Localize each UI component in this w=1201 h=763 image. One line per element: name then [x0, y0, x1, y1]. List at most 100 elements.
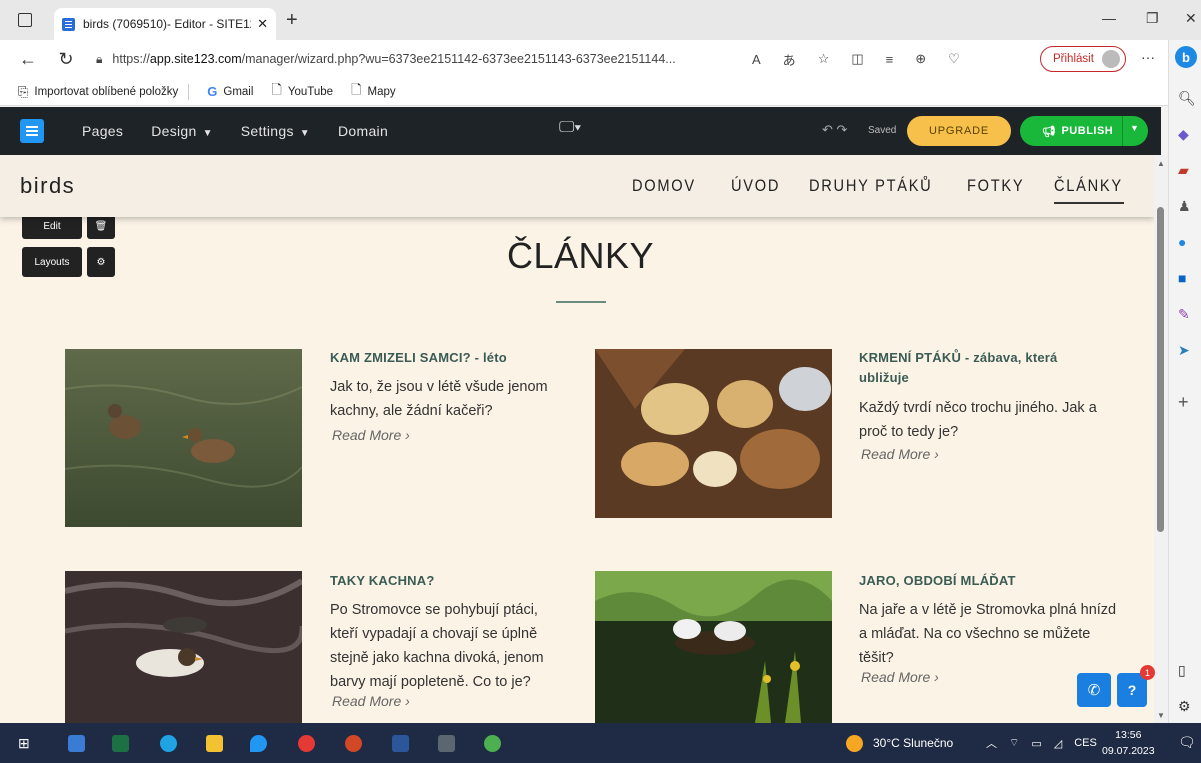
nav-link-druhy-ptaku[interactable]: DRUHY PTÁKŮ	[809, 176, 932, 196]
article-title[interactable]: JARO, OBDOBÍ MLÁĎAT	[859, 571, 1109, 591]
phone-icon[interactable]: ✆	[1077, 673, 1111, 707]
nav-link-domov[interactable]: DOMOV	[632, 176, 696, 196]
scroll-down-icon[interactable]: ▼	[1157, 711, 1165, 720]
device-preview-icon[interactable]: 🖵︎▾	[559, 119, 581, 137]
avatar	[1101, 50, 1120, 68]
hamburger-menu-icon[interactable]	[20, 119, 44, 143]
tools-icon[interactable]: ▰	[1178, 162, 1189, 179]
restore-icon[interactable]: ❐	[1146, 10, 1159, 27]
new-tab-button[interactable]: +	[286, 9, 298, 32]
page-icon: 🗋︎	[271, 81, 282, 97]
nav-link-uvod[interactable]: ÚVOD	[731, 176, 780, 196]
bing-chat-icon[interactable]: b	[1175, 46, 1197, 68]
favorite-youtube[interactable]: 🗋︎ YouTube	[271, 81, 333, 103]
back-icon[interactable]: ←	[18, 49, 38, 70]
network-icon[interactable]: ⌔	[1009, 736, 1019, 750]
article-image-bread[interactable]	[595, 349, 832, 518]
chrome-profile-icon[interactable]	[484, 735, 501, 752]
close-window-icon[interactable]: ✕	[1185, 10, 1197, 27]
favorites-bar: ⎘ Importovat oblíbené položky G Gmail 🗋︎…	[0, 78, 1168, 106]
publish-options-caret-icon[interactable]: ▼	[1130, 123, 1139, 133]
games-icon[interactable]: ♟	[1178, 198, 1191, 215]
collections-icon[interactable]: ⊕	[915, 51, 926, 67]
powerpoint-icon[interactable]	[345, 735, 362, 752]
designer-icon[interactable]: ✎	[1178, 306, 1190, 323]
article-title[interactable]: TAKY KACHNA?	[330, 571, 560, 591]
paint-icon[interactable]	[250, 735, 267, 752]
editor-menu-pages[interactable]: Pages	[82, 123, 123, 139]
saved-status: Saved	[868, 125, 897, 136]
notifications-icon[interactable]: 🗨︎	[1178, 734, 1196, 751]
undo-redo-icon[interactable]: ↶ ↷	[822, 122, 847, 138]
read-more-link[interactable]: Read More ›	[861, 669, 939, 685]
outlook-icon[interactable]: ■	[1178, 270, 1186, 286]
favorite-label: Mapy	[367, 85, 396, 98]
shopping-tag-icon[interactable]: ◆	[1178, 126, 1189, 143]
tab-actions-icon[interactable]	[18, 13, 32, 27]
signin-button[interactable]: Přihlásit	[1040, 46, 1126, 72]
article-image-ducks[interactable]	[65, 349, 302, 527]
article-image-mallard[interactable]	[65, 571, 302, 723]
article-image-swans[interactable]	[595, 571, 832, 723]
microsoft-365-icon[interactable]: ●	[1178, 234, 1186, 250]
split-screen-icon[interactable]: ◫	[851, 51, 863, 67]
wifi-icon[interactable]: ◿	[1054, 737, 1062, 750]
favorite-gmail[interactable]: G Gmail	[207, 84, 253, 99]
edge-icon[interactable]	[160, 735, 177, 752]
send-icon[interactable]: ➤	[1178, 342, 1190, 359]
tray-expand-icon[interactable]: ︿	[986, 735, 997, 751]
translate-icon[interactable]: あ	[783, 50, 796, 69]
add-icon[interactable]: +	[1178, 392, 1189, 413]
minimize-icon[interactable]: —	[1102, 10, 1116, 26]
sidebar-toggle-icon[interactable]: ▯	[1178, 662, 1186, 679]
read-more-link[interactable]: Read More ›	[861, 446, 939, 462]
article-title[interactable]: KAM ZMIZELI SAMCI? - léto	[330, 348, 560, 368]
battery-icon[interactable]: ▭	[1031, 737, 1041, 750]
calendar-app-icon[interactable]	[68, 735, 85, 752]
search-icon[interactable]: 🔍︎	[1178, 90, 1196, 107]
editor-menu-settings[interactable]: Settings ▼	[241, 123, 310, 139]
read-more-link[interactable]: Read More ›	[332, 427, 410, 443]
language-indicator[interactable]: CES	[1074, 737, 1097, 749]
read-more-link[interactable]: Read More ›	[332, 693, 410, 709]
nav-link-clanky[interactable]: ČLÁNKY	[1054, 176, 1123, 196]
windows-start-icon[interactable]: ⊞	[18, 735, 30, 752]
read-more-label: Read More	[332, 693, 402, 709]
article-title[interactable]: KRMENÍ PTÁKŮ - zábava, která ubližuje	[859, 348, 1109, 388]
browser-tab[interactable]: birds (7069510)- Editor - SITE123 ✕	[54, 8, 276, 40]
google-icon: G	[207, 84, 218, 99]
editor-menu-design[interactable]: Design ▼	[151, 123, 213, 139]
scrollbar-thumb[interactable]	[1157, 207, 1164, 532]
refresh-icon[interactable]: ↻	[56, 49, 76, 70]
site-scrollbar[interactable]: ▲ ▼	[1154, 155, 1168, 723]
browser-essentials-icon[interactable]: ♡	[948, 51, 960, 67]
favorites-icon[interactable]: ≡	[886, 52, 894, 67]
favorite-star-icon[interactable]: ☆	[818, 51, 830, 67]
nav-link-fotky[interactable]: FOTKY	[967, 176, 1024, 196]
file-explorer-icon[interactable]	[206, 735, 223, 752]
favorites-divider	[188, 83, 190, 100]
weather-widget[interactable]: 30°C Slunečno	[846, 723, 953, 763]
site-brand[interactable]: birds	[20, 173, 75, 199]
publish-button[interactable]: 📢︎ PUBLISH ▼	[1020, 116, 1148, 146]
chevron-right-icon: ›	[405, 693, 410, 709]
caret-down-icon: ▼	[299, 128, 310, 139]
upgrade-button[interactable]: UPGRADE	[907, 116, 1011, 146]
url-field[interactable]: 🔒︎ https://app.site123.com/manager/wizar…	[96, 52, 736, 67]
settings-more-icon[interactable]: ···	[1141, 49, 1155, 65]
scroll-up-icon[interactable]: ▲	[1157, 159, 1165, 168]
system-tray[interactable]: ︿ ⌔ ▭ ◿ CES	[986, 723, 1097, 763]
tab-close-icon[interactable]: ✕	[257, 16, 268, 32]
chrome-icon[interactable]	[298, 735, 315, 752]
excel-icon[interactable]	[112, 735, 129, 752]
read-aloud-icon[interactable]: A	[752, 52, 761, 67]
favorite-mapy[interactable]: 🗋︎ Mapy	[351, 81, 396, 103]
word-icon[interactable]	[392, 735, 409, 752]
favorite-import[interactable]: ⎘ Importovat oblíbené položky	[18, 84, 178, 100]
clock[interactable]: 13:56 09.07.2023	[1102, 727, 1155, 759]
lock-icon: 🔒︎	[96, 51, 103, 66]
settings-gear-icon[interactable]: ⚙	[1178, 698, 1191, 715]
favorite-label: Importovat oblíbené položky	[34, 85, 179, 98]
editor-menu-domain[interactable]: Domain	[338, 123, 388, 139]
calculator-icon[interactable]	[438, 735, 455, 752]
